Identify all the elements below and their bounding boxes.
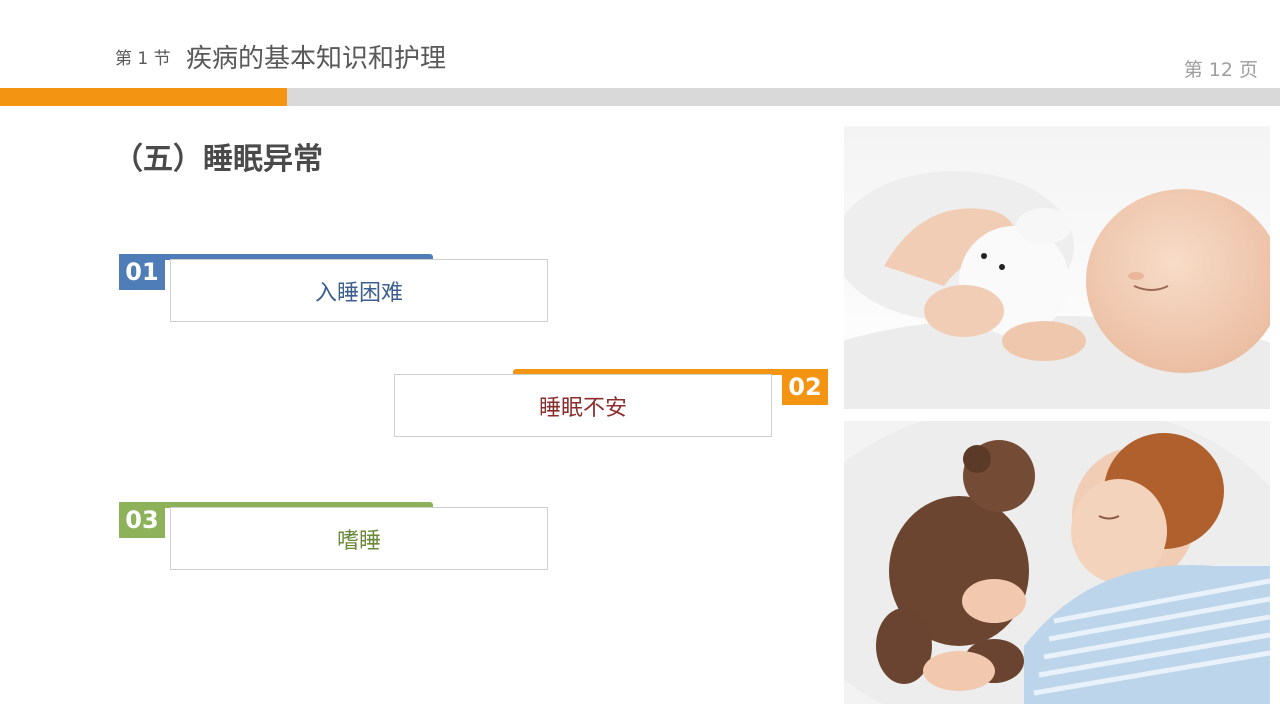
item-2-number: 02 <box>782 369 828 405</box>
progress-fill <box>0 88 287 106</box>
photo-sleeping-baby-bunny <box>844 126 1270 409</box>
section-number: 第 1 节 <box>115 49 171 69</box>
chapter-title: 疾病的基本知识和护理 <box>186 44 447 74</box>
progress-track <box>0 88 1280 106</box>
item-1-number: 01 <box>119 254 165 290</box>
item-2-box: 睡眠不安 <box>394 374 772 437</box>
item-3-box: 嗜睡 <box>170 507 548 570</box>
photo-toddler-teddy-bear <box>844 421 1270 704</box>
item-2-label: 睡眠不安 <box>538 395 627 421</box>
item-1-label: 入睡困难 <box>314 280 403 306</box>
item-3-label: 嗜睡 <box>336 528 381 554</box>
item-1-box: 入睡困难 <box>170 259 548 322</box>
item-3-number: 03 <box>119 502 165 538</box>
page-number: 第 12 页 <box>1183 59 1258 81</box>
slide-title: （五）睡眠异常 <box>113 142 323 177</box>
